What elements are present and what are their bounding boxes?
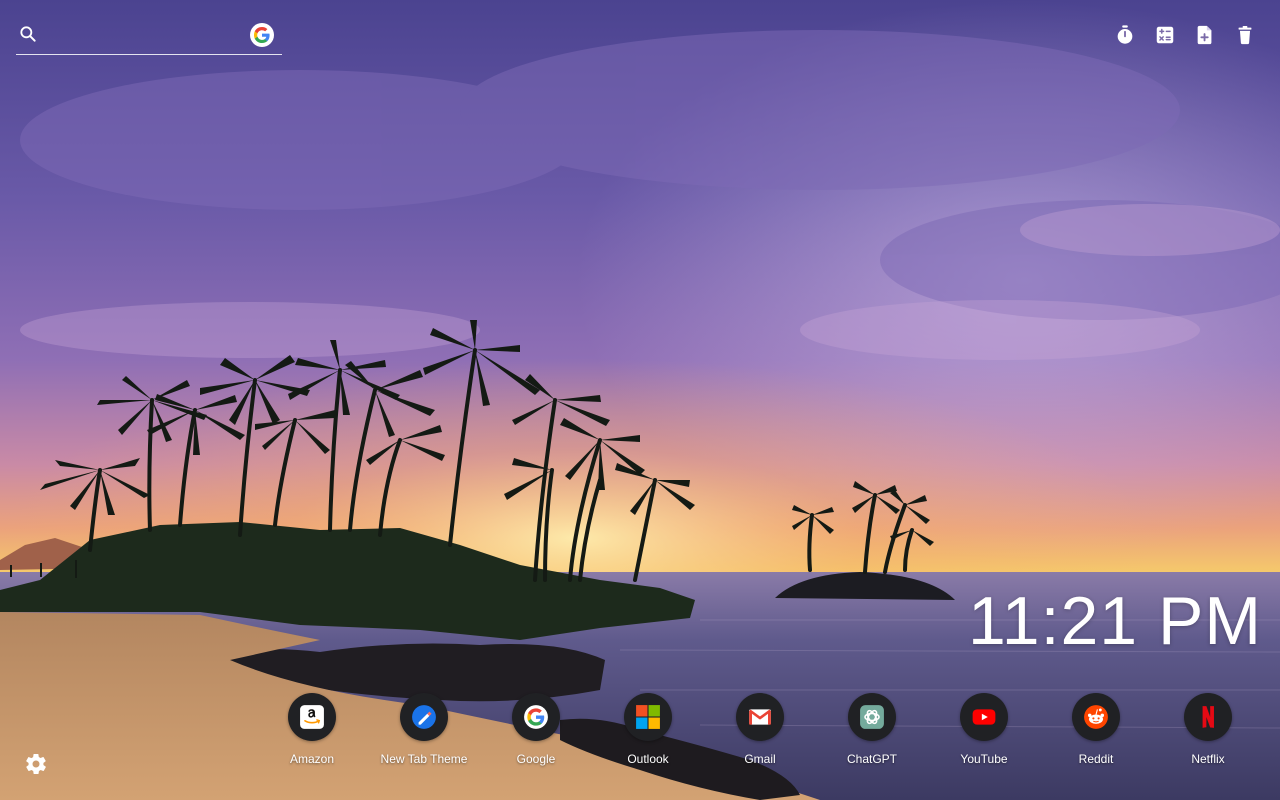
shortcut-tile[interactable] bbox=[288, 693, 336, 741]
shortcut-label: Google bbox=[516, 752, 556, 766]
settings-button[interactable] bbox=[24, 752, 48, 776]
add-note-icon[interactable] bbox=[1194, 24, 1216, 46]
shortcut-tile[interactable] bbox=[1184, 693, 1232, 741]
shortcut-tile[interactable] bbox=[960, 693, 1008, 741]
chatgpt-icon bbox=[860, 705, 884, 729]
shortcut-label: Netflix bbox=[1191, 752, 1225, 766]
search-bar bbox=[16, 20, 282, 55]
shortcut-tile[interactable] bbox=[624, 693, 672, 741]
shortcut-outlook[interactable]: Outlook bbox=[592, 693, 704, 766]
youtube-icon bbox=[972, 709, 996, 725]
shortcut-label: Reddit bbox=[1078, 752, 1114, 766]
shortcut-label: YouTube bbox=[960, 752, 1008, 766]
new-tab-page: 11:21 PM Amazon New Tab Theme Google Out… bbox=[0, 0, 1280, 800]
google-icon[interactable] bbox=[250, 23, 274, 47]
shortcuts-row: Amazon New Tab Theme Google Outlook Gmai… bbox=[256, 693, 1264, 773]
shortcut-google[interactable]: Google bbox=[480, 693, 592, 766]
shortcut-youtube[interactable]: YouTube bbox=[928, 693, 1040, 766]
shortcut-label: Gmail bbox=[744, 752, 776, 766]
shortcut-label: Amazon bbox=[289, 752, 335, 766]
search-icon[interactable] bbox=[18, 24, 38, 44]
reddit-icon bbox=[1084, 705, 1108, 729]
shortcut-tile[interactable] bbox=[848, 693, 896, 741]
shortcut-reddit[interactable]: Reddit bbox=[1040, 693, 1152, 766]
trash-icon[interactable] bbox=[1234, 24, 1256, 46]
shortcut-tile[interactable] bbox=[400, 693, 448, 741]
amazon-icon bbox=[300, 705, 324, 729]
shortcut-label: ChatGPT bbox=[846, 752, 897, 766]
shortcut-amazon[interactable]: Amazon bbox=[256, 693, 368, 766]
shortcut-netflix[interactable]: Netflix bbox=[1152, 693, 1264, 766]
shortcut-gmail[interactable]: Gmail bbox=[704, 693, 816, 766]
shortcut-new-tab-theme[interactable]: New Tab Theme bbox=[368, 693, 480, 766]
netflix-icon bbox=[1202, 706, 1214, 728]
shortcut-tile[interactable] bbox=[1072, 693, 1120, 741]
clock: 11:21 PM bbox=[967, 583, 1262, 659]
shortcut-label: Outlook bbox=[627, 752, 669, 766]
top-toolbar bbox=[1114, 24, 1256, 46]
shortcut-tile[interactable] bbox=[512, 693, 560, 741]
shortcut-label: New Tab Theme bbox=[380, 752, 468, 766]
gmail-icon bbox=[748, 709, 772, 725]
google-icon bbox=[524, 705, 548, 729]
stopwatch-icon[interactable] bbox=[1114, 24, 1136, 46]
search-input[interactable] bbox=[46, 22, 250, 50]
gear-icon bbox=[26, 754, 46, 775]
wallpaper-sunset-beach bbox=[0, 0, 1280, 800]
microsoft-icon bbox=[636, 705, 660, 729]
shortcut-chatgpt[interactable]: ChatGPT bbox=[816, 693, 928, 766]
new-tab-theme-icon bbox=[412, 705, 436, 729]
calculator-icon[interactable] bbox=[1154, 24, 1176, 46]
shortcut-tile[interactable] bbox=[736, 693, 784, 741]
